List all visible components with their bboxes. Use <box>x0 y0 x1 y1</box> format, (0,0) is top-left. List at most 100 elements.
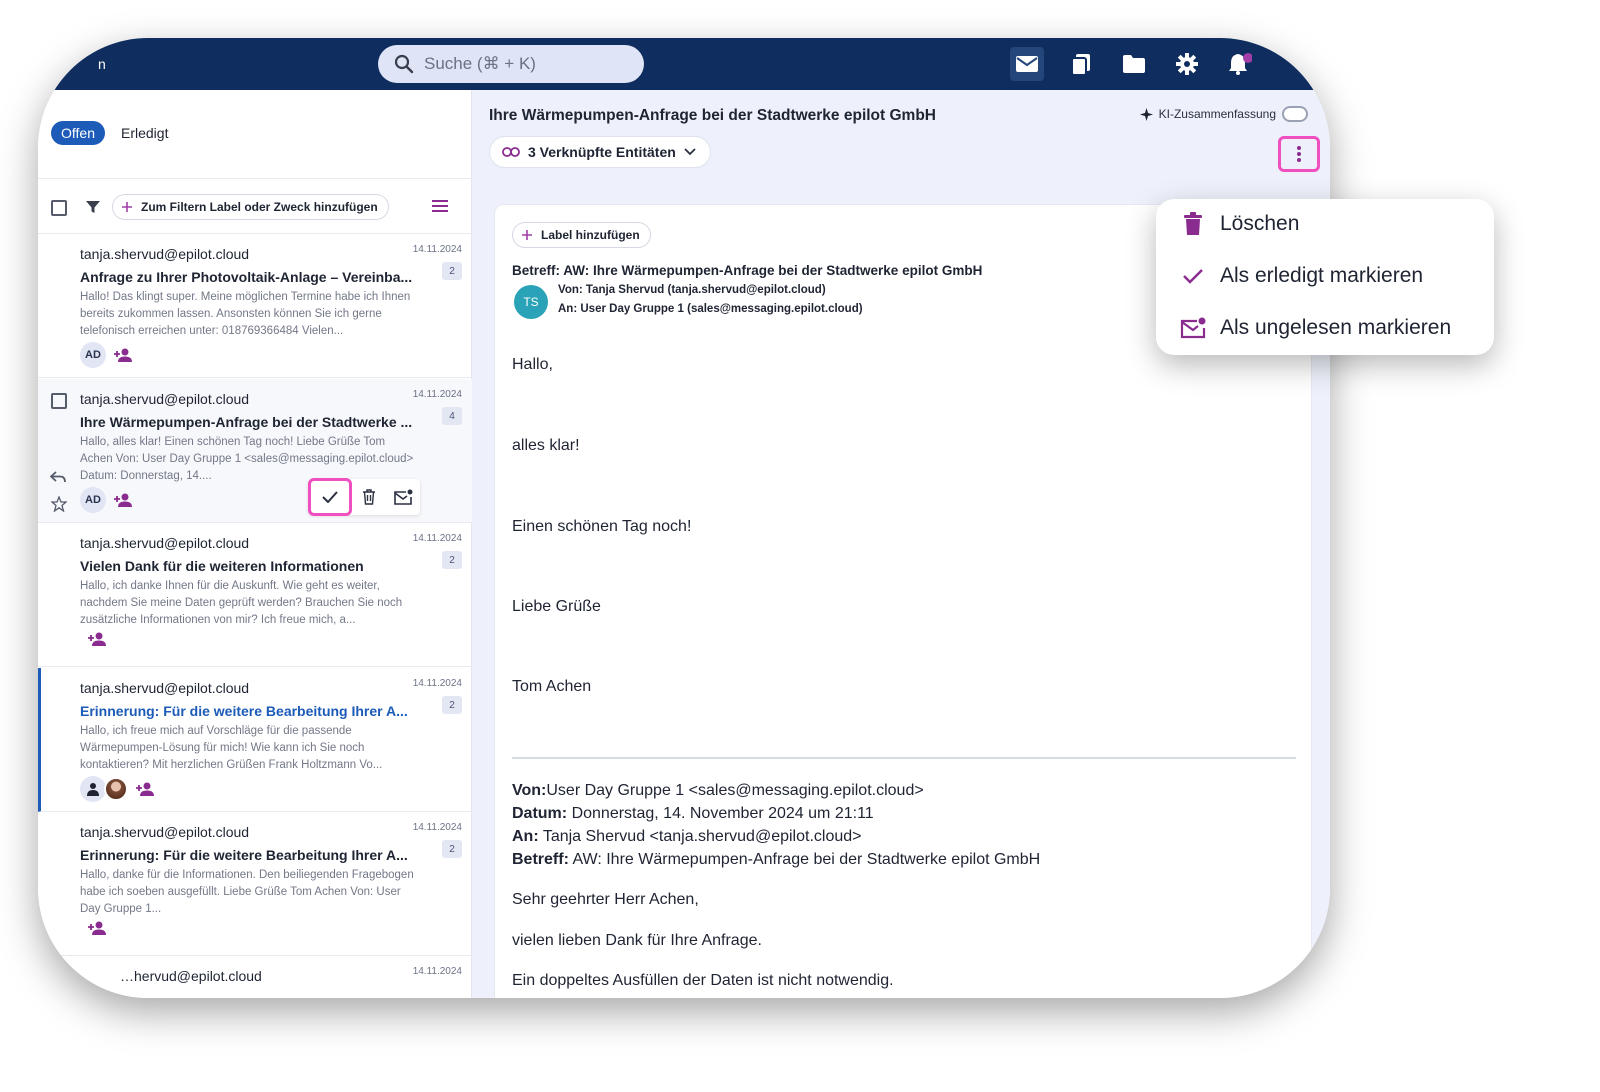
list-item[interactable]: tanja.shervud@epilot.cloud 14.11.2024 2 … <box>38 523 472 667</box>
quote-to-value: Tanja Shervud <tanja.shervud@epilot.clou… <box>542 828 862 845</box>
mail-footer: AD <box>80 487 134 513</box>
more-options-button[interactable] <box>1278 136 1320 172</box>
to-label: An: <box>558 303 578 315</box>
mark-unread-button[interactable] <box>386 480 420 514</box>
filter-bar: Zum Filtern Label oder Zweck hinzufügen <box>38 178 472 234</box>
linked-entities-button[interactable]: 3 Verknüpfte Entitäten <box>489 136 711 168</box>
body-line: Hallo, <box>512 356 553 373</box>
list-item[interactable]: …hervud@epilot.cloud 14.11.2024 <box>38 956 472 998</box>
menu-item-delete[interactable]: Löschen <box>1180 211 1299 237</box>
to-line: An: User Day Gruppe 1 (sales@messaging.e… <box>558 303 863 315</box>
mail-unread-icon <box>1180 315 1206 341</box>
row-checkbox[interactable] <box>51 393 67 409</box>
folder-icon[interactable] <box>1117 47 1151 81</box>
mail-preview: Hallo, alles klar! Einen schönen Tag noc… <box>80 436 414 482</box>
menu-item-mark-unread[interactable]: Als ungelesen markieren <box>1180 315 1451 341</box>
mail-footer <box>88 631 108 647</box>
sparkle-icon <box>1139 107 1153 121</box>
search-icon <box>394 54 414 74</box>
mail-list-pane: Offen Erledigt Zum Filtern Label oder Zw… <box>38 90 472 998</box>
star-icon[interactable] <box>51 496 67 512</box>
quote-date-value: Donnerstag, 14. November 2024 um 21:11 <box>571 805 874 822</box>
mail-preview: Hallo, danke für die Informationen. Den … <box>80 869 414 915</box>
mail-date: 14.11.2024 <box>412 966 462 977</box>
delete-button[interactable] <box>352 480 386 514</box>
list-item[interactable]: tanja.shervud@epilot.cloud 14.11.2024 2 … <box>38 234 472 378</box>
menu-item-mark-done[interactable]: Als erledigt markieren <box>1180 263 1423 289</box>
documents-icon[interactable] <box>1064 47 1098 81</box>
list-item[interactable]: tanja.shervud@epilot.cloud 14.11.2024 2 … <box>38 812 472 956</box>
assign-user-icon[interactable] <box>114 492 134 508</box>
mail-preview: Hallo, ich danke Ihnen für die Auskunft.… <box>80 580 403 626</box>
mail-footer: AD <box>80 342 134 368</box>
from-line: Von: Tanja Shervud (tanja.shervud@epilot… <box>558 284 826 296</box>
mail-date: 14.11.2024 <box>412 389 462 400</box>
assign-user-icon[interactable] <box>88 631 108 647</box>
link-icon <box>502 147 520 157</box>
more-options-menu: Löschen Als erledigt markieren Als ungel… <box>1156 199 1494 355</box>
mail-from: tanja.shervud@epilot.cloud <box>80 824 250 840</box>
search-input[interactable]: Suche (⌘ + K) <box>378 45 644 83</box>
thread-count-badge: 4 <box>442 407 462 425</box>
from-value: Tanja Shervud (tanja.shervud@epilot.clou… <box>585 284 826 296</box>
menu-icon[interactable] <box>431 199 449 213</box>
bell-icon[interactable] <box>1222 47 1256 81</box>
quote-subject-label: Betreff: <box>512 851 569 868</box>
user-avatar-icon <box>80 776 106 802</box>
add-filter-chip[interactable]: Zum Filtern Label oder Zweck hinzufügen <box>112 194 389 220</box>
mail-subject: Erinnerung: Für die weitere Bearbeitung … <box>80 703 408 719</box>
mail-date: 14.11.2024 <box>412 244 462 255</box>
select-all-checkbox[interactable] <box>51 200 67 216</box>
list-item[interactable]: tanja.shervud@epilot.cloud 14.11.2024 4 … <box>38 379 472 523</box>
list-item[interactable]: tanja.shervud@epilot.cloud 14.11.2024 2 … <box>38 668 472 812</box>
add-filter-label: Zum Filtern Label oder Zweck hinzufügen <box>141 200 378 214</box>
linked-entities-label: 3 Verknüpfte Entitäten <box>528 144 676 160</box>
avatar <box>104 777 128 801</box>
quote-from-label: Von: <box>512 782 547 799</box>
app-window: n Suche (⌘ + K) Offen Erledigt Zum Filte… <box>38 38 1330 998</box>
quote-to: An: Tanja Shervud <tanja.shervud@epilot.… <box>512 828 861 846</box>
brand-text: n <box>98 56 106 72</box>
mail-subject: Erinnerung: Für die weitere Bearbeitung … <box>80 847 408 863</box>
mail-icon[interactable] <box>1010 47 1044 81</box>
menu-item-mark-done-label: Als erledigt markieren <box>1220 264 1424 287</box>
mail-preview: Hallo, ich freue mich auf Vorschläge für… <box>80 725 383 771</box>
body-line: Tom Achen <box>512 678 592 695</box>
trash-icon <box>1180 211 1206 237</box>
plus-icon <box>522 230 532 240</box>
check-icon <box>1180 263 1206 289</box>
assign-user-icon[interactable] <box>114 347 134 363</box>
add-label-text: Label hinzufügen <box>541 228 640 242</box>
hover-actions <box>308 478 420 516</box>
add-label-button[interactable]: Label hinzufügen <box>512 222 651 248</box>
quote-body-line: vielen lieben Dank für Ihre Anfrage. <box>512 932 762 949</box>
avatar: AD <box>80 342 106 368</box>
quote-to-label: An: <box>512 828 539 845</box>
menu-item-delete-label: Löschen <box>1220 212 1300 235</box>
mail-from: tanja.shervud@epilot.cloud <box>80 535 250 551</box>
ki-summary-toggle[interactable] <box>1282 106 1308 122</box>
quote-subject-value: AW: Ihre Wärmepumpen-Anfrage bei der Sta… <box>572 851 1041 868</box>
check-icon <box>322 491 338 503</box>
chevron-down-icon <box>684 148 696 156</box>
thread-count-badge: 2 <box>442 551 462 569</box>
gear-icon[interactable] <box>1170 47 1204 81</box>
filter-icon[interactable] <box>85 199 101 215</box>
mail-from: …hervud@epilot.cloud <box>120 968 262 984</box>
mail-title: Ihre Wärmepumpen-Anfrage bei der Stadtwe… <box>489 107 936 124</box>
quote-date-label: Datum: <box>512 805 568 822</box>
quote-separator <box>512 757 1296 759</box>
avatar: AD <box>80 487 106 513</box>
tab-open[interactable]: Offen <box>51 121 105 145</box>
plus-icon <box>122 202 132 212</box>
tab-done[interactable]: Erledigt <box>121 125 168 141</box>
mark-done-button[interactable] <box>308 478 352 516</box>
quote-body-line: Sehr geehrter Herr Achen, <box>512 891 699 908</box>
mail-from: tanja.shervud@epilot.cloud <box>80 680 250 696</box>
assign-user-icon[interactable] <box>88 920 108 936</box>
quote-from-value: User Day Gruppe 1 <sales@messaging.epilo… <box>546 782 924 799</box>
mail-date: 14.11.2024 <box>412 822 462 833</box>
reply-icon[interactable] <box>50 471 66 483</box>
mail-from: tanja.shervud@epilot.cloud <box>80 246 250 262</box>
assign-user-icon[interactable] <box>136 781 156 797</box>
